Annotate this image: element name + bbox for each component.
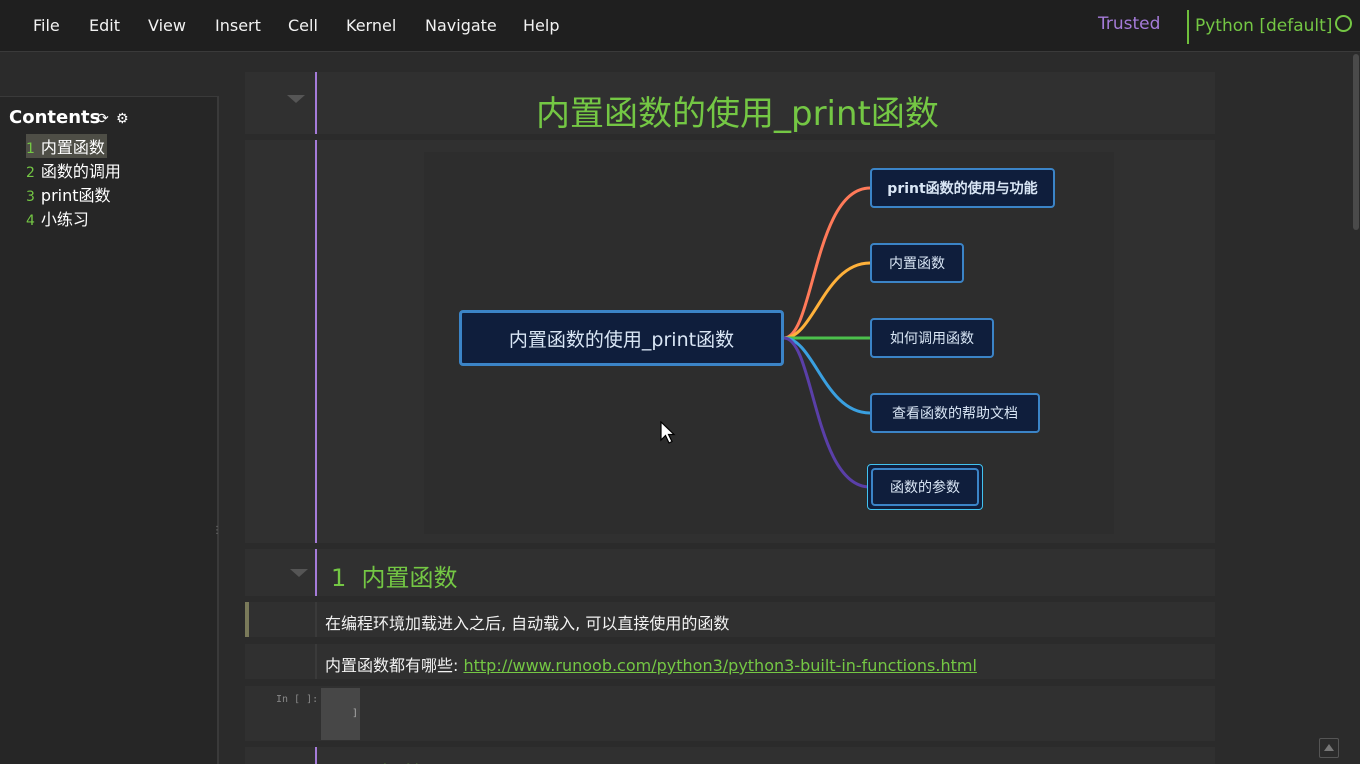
cell-divider	[315, 644, 317, 679]
toc-item-number: 2	[26, 165, 35, 181]
section-heading: 2 函数的调用	[331, 756, 474, 764]
mindmap-center-node: 内置函数的使用_print函数	[459, 310, 784, 366]
cell-selection-bar	[315, 72, 317, 134]
connector-branch-5	[783, 336, 871, 489]
section-heading: 1 内置函数	[331, 558, 458, 593]
toc-item-2[interactable]: 2 函数的调用	[26, 158, 121, 182]
code-editor-caret: ]	[352, 708, 359, 719]
mindmap-node-5: 函数的参数	[867, 464, 983, 510]
scrollbar-thumb[interactable]	[1353, 54, 1359, 230]
menubar: File Edit View Insert Cell Kernel Naviga…	[0, 0, 1360, 52]
markdown-text: 内置函数都有哪些: http://www.runoob.com/python3/…	[325, 652, 977, 676]
cell-marker	[245, 602, 249, 637]
cell-selection-bar	[315, 549, 317, 596]
menu-file[interactable]: File	[33, 16, 60, 35]
mindmap-node-1: print函数的使用与功能	[870, 168, 1055, 208]
toc-item-label: print函数	[40, 186, 111, 205]
toc-item-label: 函数的调用	[40, 162, 121, 181]
gear-icon[interactable]: ⚙	[116, 111, 129, 127]
mindmap-node-4: 查看函数的帮助文档	[870, 393, 1040, 433]
menu-insert[interactable]: Insert	[215, 16, 261, 35]
refresh-icon[interactable]: ⟳	[97, 111, 109, 127]
menu-navigate[interactable]: Navigate	[425, 16, 497, 35]
kernel-name[interactable]: Python [default]	[1195, 16, 1332, 36]
cell-selection-bar	[315, 140, 317, 543]
kernel-divider	[1187, 10, 1189, 44]
markdown-text: 在编程环境加载进入之后, 自动载入, 可以直接使用的函数	[325, 614, 730, 633]
toc-item-3[interactable]: 3 print函数	[26, 182, 111, 206]
cell-selection-bar	[315, 747, 317, 764]
menu-cell[interactable]: Cell	[288, 16, 318, 35]
section2-heading-cell[interactable]: 2 函数的调用	[245, 747, 1215, 764]
code-cell[interactable]: In [ ]: ]	[245, 686, 1215, 741]
toc-item-number: 3	[26, 189, 35, 205]
markdown-cell[interactable]: 在编程环境加载进入之后, 自动载入, 可以直接使用的函数	[245, 602, 1215, 637]
section-title: 内置函数	[361, 564, 458, 592]
section1-heading-cell[interactable]: 1 内置函数	[245, 549, 1215, 596]
mindmap-node-3: 如何调用函数	[870, 318, 994, 358]
collapse-arrow-icon[interactable]	[287, 95, 305, 103]
page-title: 内置函数的使用_print函数	[536, 94, 939, 134]
section-number: 1	[331, 564, 347, 592]
toc-title: Contents	[9, 107, 101, 128]
toc-item-1[interactable]: 1 内置函数	[26, 134, 107, 158]
input-prompt: In [ ]:	[276, 694, 319, 705]
menu-view[interactable]: View	[148, 16, 186, 35]
scroll-to-top-button[interactable]	[1319, 738, 1339, 758]
connector-branch-1	[783, 186, 871, 340]
builtin-functions-link[interactable]: http://www.runoob.com/python3/python3-bu…	[463, 656, 976, 675]
menu-help[interactable]: Help	[523, 16, 559, 35]
mouse-pointer-icon	[660, 421, 676, 444]
mindmap-node-2: 内置函数	[870, 243, 964, 283]
collapse-arrow-icon[interactable]	[290, 569, 308, 577]
toc-item-label: 小练习	[40, 210, 89, 229]
title-heading-cell[interactable]: 内置函数的使用_print函数	[245, 72, 1215, 134]
toc-item-4[interactable]: 4 小练习	[26, 206, 89, 230]
markdown-cell[interactable]: 内置函数都有哪些: http://www.runoob.com/python3/…	[245, 644, 1215, 679]
mindmap-image: 内置函数的使用_print函数 print函数的使用与功能 内置函数 如何调用函…	[424, 152, 1114, 534]
cell-divider	[315, 602, 317, 637]
toc-item-number: 1	[26, 141, 35, 157]
kernel-idle-icon	[1335, 15, 1352, 32]
mindmap-node-5-inner: 函数的参数	[871, 468, 979, 506]
trusted-indicator[interactable]: Trusted	[1098, 14, 1160, 34]
toc-item-number: 4	[26, 213, 35, 229]
sidebar-resize-handle[interactable]: ⋮	[212, 525, 222, 536]
menu-edit[interactable]: Edit	[89, 16, 120, 35]
toc-sidebar: Contents ⟳ ⚙ 1 内置函数 2 函数的调用 3 print函数 4 小练习 …	[0, 96, 222, 764]
markdown-prefix: 内置函数都有哪些:	[325, 656, 464, 675]
menu-kernel[interactable]: Kernel	[346, 16, 396, 35]
toc-item-label: 内置函数	[40, 138, 105, 157]
